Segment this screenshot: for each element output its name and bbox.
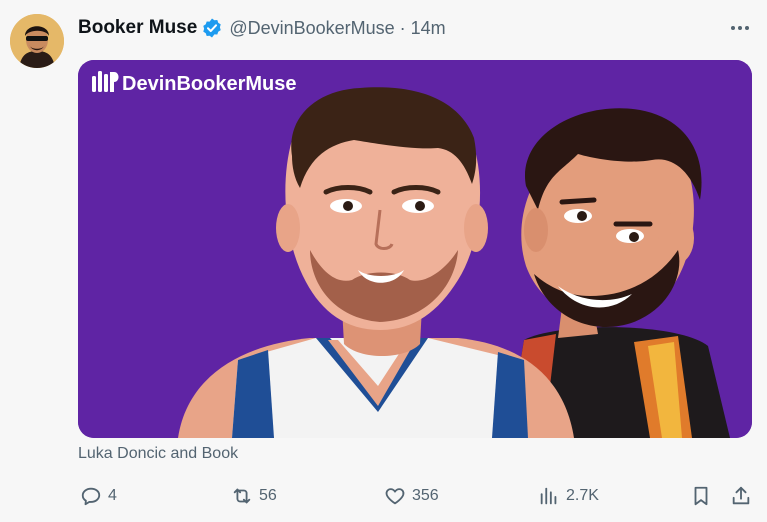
bookmark-button[interactable] [690, 482, 712, 510]
reply-count: 4 [108, 487, 117, 504]
avatar-illustration [10, 14, 64, 68]
image-brand-text: DevinBookerMuse [122, 73, 297, 95]
share-button[interactable] [730, 482, 752, 510]
like-count: 356 [412, 487, 439, 504]
tweet-header: Booker Muse @DevinBookerMuse · 14m [78, 15, 446, 41]
bookmark-icon [690, 485, 712, 507]
avatar[interactable] [10, 14, 64, 68]
handle[interactable]: @DevinBookerMuse [229, 18, 394, 39]
like-button[interactable]: 356 [384, 482, 439, 510]
views-button[interactable]: 2.7K [538, 482, 599, 510]
verified-badge-icon[interactable] [201, 17, 223, 39]
heart-icon [384, 485, 406, 507]
repost-button[interactable]: 56 [231, 482, 277, 510]
repost-icon [231, 485, 253, 507]
share-icon [730, 485, 752, 507]
action-bar: 4 56 356 2.7K [0, 482, 767, 510]
separator-dot: · [399, 17, 406, 38]
display-name[interactable]: Booker Muse [78, 17, 197, 39]
reply-icon [80, 485, 102, 507]
views-icon [538, 485, 560, 507]
tweet-image[interactable]: DevinBookerMuse [78, 60, 752, 438]
repost-count: 56 [259, 487, 277, 504]
image-caption: Luka Doncic and Book [78, 445, 239, 462]
reply-button[interactable]: 4 [80, 482, 117, 510]
views-count: 2.7K [566, 487, 599, 504]
timestamp[interactable]: 14m [411, 18, 446, 39]
more-horizontal-icon[interactable] [728, 16, 752, 40]
cartoon-illustration: DevinBookerMuse [78, 60, 752, 438]
